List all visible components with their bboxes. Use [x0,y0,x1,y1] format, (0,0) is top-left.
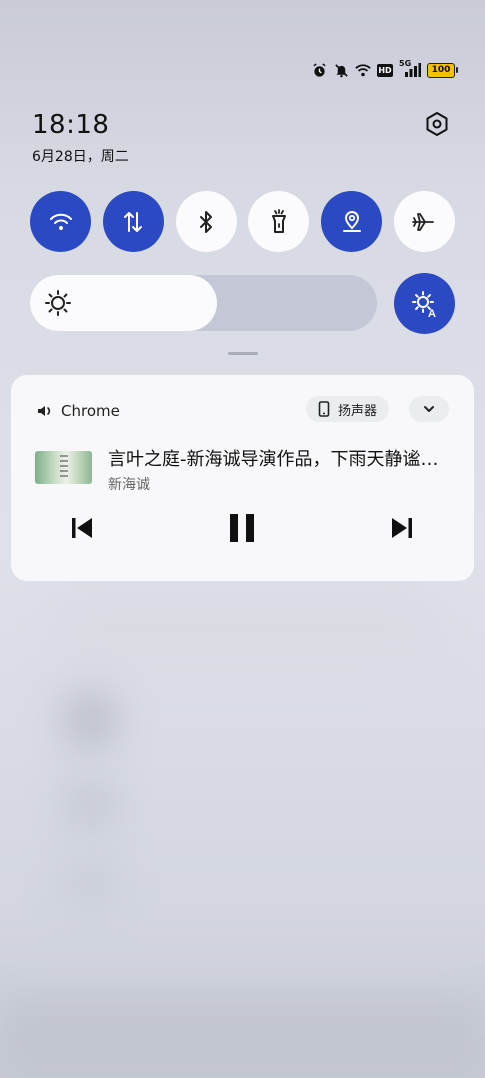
background-blur [0,1000,485,1078]
speaker-icon [38,406,51,416]
media-source: Chrome [37,402,120,420]
pause-icon [230,514,254,542]
data-arrows-icon [124,211,143,232]
album-art [35,451,92,484]
album-art-calligraphy [60,455,68,479]
clock-time: 18:18 [32,110,110,140]
track-title: 言叶之庭-新海诚导演作品，下雨天静谧的城市… [108,449,453,470]
track-artist: 新海诚 [108,477,150,493]
status-bar: HD 5G 100 [311,59,458,78]
background-blur [60,690,120,750]
skip-previous-icon [72,518,92,538]
wifi-icon [355,62,371,78]
panel-drag-handle[interactable] [228,352,258,355]
airplane-icon [412,212,435,231]
chevron-down-icon [424,406,434,412]
pause-button[interactable] [222,508,262,548]
location-icon [342,210,361,232]
background-blur [50,590,440,670]
clock-date: 6月28日，周二 [32,149,129,165]
alarm-icon [311,62,327,78]
output-device-button[interactable]: 扬声器 [306,396,390,422]
background-blur [60,860,120,910]
location-tile[interactable] [321,191,383,252]
bluetooth-tile[interactable] [175,191,237,252]
background-blur [60,780,120,830]
next-button[interactable] [382,508,422,548]
sun-icon [45,290,71,316]
media-player-card: Chrome 扬声器 言叶之庭-新海诚导演作品，下雨天静谧的城市… 新海诚 [11,375,474,581]
quick-settings-tiles [30,191,455,252]
phone-icon [318,401,330,417]
settings-button[interactable] [421,108,453,140]
skip-next-icon [392,518,412,538]
mobile-data-tile[interactable] [102,191,164,252]
svg-text:A: A [428,308,436,318]
flashlight-icon [271,208,286,233]
hd-icon: HD [377,63,393,77]
wifi-icon [49,213,72,230]
battery-indicator: 100 [427,62,458,78]
airplane-tile[interactable] [393,191,455,252]
5g-signal-icon: 5G [399,59,421,78]
auto-brightness-button[interactable]: A [394,273,455,334]
media-source-label: Chrome [61,402,120,420]
expand-media-button[interactable] [409,396,449,422]
network-type-label: 5G [399,59,412,68]
bluetooth-icon [200,210,213,233]
flashlight-tile[interactable] [248,191,310,252]
brightness-slider[interactable] [30,275,377,331]
wifi-tile[interactable] [30,191,91,252]
previous-button[interactable] [62,508,102,548]
output-device-label: 扬声器 [338,403,378,419]
auto-brightness-icon: A [411,290,436,318]
gear-icon [426,112,448,136]
mute-icon [333,62,349,78]
